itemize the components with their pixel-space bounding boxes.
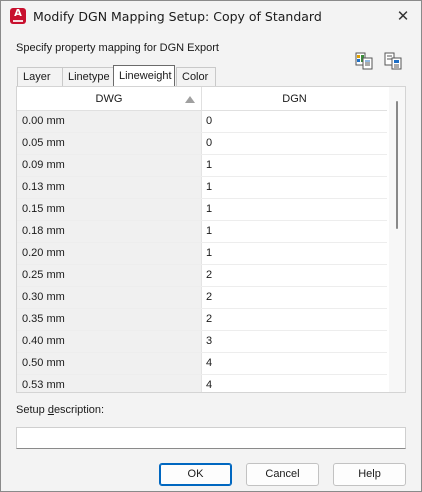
dwg-cell: 0.00 mm [17,111,202,132]
dgn-cell[interactable]: 1 [202,199,387,220]
dwg-cell: 0.25 mm [17,265,202,286]
column-header-dwg[interactable]: DWG [17,87,202,111]
tab-lineweight[interactable]: Lineweight [113,65,175,86]
dwg-cell: 0.40 mm [17,331,202,352]
dgn-cell[interactable]: 2 [202,287,387,308]
dwg-cell: 0.35 mm [17,309,202,330]
label-suffix: escription: [53,404,105,416]
table-row[interactable]: 0.53 mm 4 [17,375,387,392]
tab-linetype[interactable]: Linetype [62,67,114,86]
grid-rows: 0.00 mm 0 0.05 mm 0 0.09 mm 1 0.13 mm 1 0.15… [17,111,387,392]
table-row[interactable]: 0.40 mm 3 [17,331,387,353]
table-row[interactable]: 0.15 mm 1 [17,199,387,221]
sort-ascending-icon [185,96,195,103]
help-button[interactable]: Help [333,463,406,486]
tab-color[interactable]: Color [176,67,216,86]
table-row[interactable]: 0.50 mm 4 [17,353,387,375]
close-button[interactable]: ✕ [391,5,415,27]
dgn-cell[interactable]: 1 [202,243,387,264]
table-row[interactable]: 0.18 mm 1 [17,221,387,243]
import-mapping-icon[interactable] [353,50,375,72]
dwg-cell: 0.05 mm [17,133,202,154]
dwg-cell: 0.15 mm [17,199,202,220]
dgn-cell[interactable]: 4 [202,375,387,392]
dwg-cell: 0.30 mm [17,287,202,308]
dialog-window: A Modify DGN Mapping Setup: Copy of Stan… [0,0,422,492]
column-header-dgn[interactable]: DGN [202,87,387,111]
title-bar[interactable]: A Modify DGN Mapping Setup: Copy of Stan… [1,1,421,33]
label-prefix: Setup [16,404,48,416]
dgn-cell[interactable]: 1 [202,221,387,242]
dgn-cell[interactable]: 0 [202,111,387,132]
instruction-text: Specify property mapping for DGN Export [16,42,219,54]
grid-header: DWG DGN [17,87,387,111]
dgn-cell[interactable]: 3 [202,331,387,352]
setup-description-input[interactable] [16,427,406,449]
dgn-cell[interactable]: 1 [202,177,387,198]
dgn-cell[interactable]: 2 [202,265,387,286]
table-row[interactable]: 0.13 mm 1 [17,177,387,199]
dwg-cell: 0.13 mm [17,177,202,198]
table-row[interactable]: 0.09 mm 1 [17,155,387,177]
table-row[interactable]: 0.35 mm 2 [17,309,387,331]
lineweight-mapping-grid: DWG DGN 0.00 mm 0 0.05 mm 0 0.09 mm 1 0.13 … [16,86,406,393]
table-row[interactable]: 0.25 mm 2 [17,265,387,287]
ok-button[interactable]: OK [159,463,232,486]
vertical-scrollbar[interactable] [389,87,405,392]
autocad-app-icon: A [10,8,26,24]
dgn-cell[interactable]: 0 [202,133,387,154]
cancel-button[interactable]: Cancel [246,463,319,486]
dwg-cell: 0.09 mm [17,155,202,176]
dgn-cell[interactable]: 1 [202,155,387,176]
app-icon-bar [13,20,23,22]
table-row[interactable]: 0.00 mm 0 [17,111,387,133]
window-title: Modify DGN Mapping Setup: Copy of Standa… [33,9,322,24]
dgn-cell[interactable]: 2 [202,309,387,330]
scrollbar-thumb[interactable] [396,101,398,229]
table-row[interactable]: 0.20 mm 1 [17,243,387,265]
dwg-cell: 0.20 mm [17,243,202,264]
setup-description-label: Setup description: [16,404,104,416]
dwg-cell: 0.18 mm [17,221,202,242]
dwg-cell: 0.53 mm [17,375,202,392]
dgn-cell[interactable]: 4 [202,353,387,374]
export-mapping-icon[interactable] [382,50,404,72]
dwg-cell: 0.50 mm [17,353,202,374]
app-icon-glyph: A [14,8,22,19]
table-row[interactable]: 0.05 mm 0 [17,133,387,155]
tab-layer[interactable]: Layer [17,67,63,86]
table-row[interactable]: 0.30 mm 2 [17,287,387,309]
